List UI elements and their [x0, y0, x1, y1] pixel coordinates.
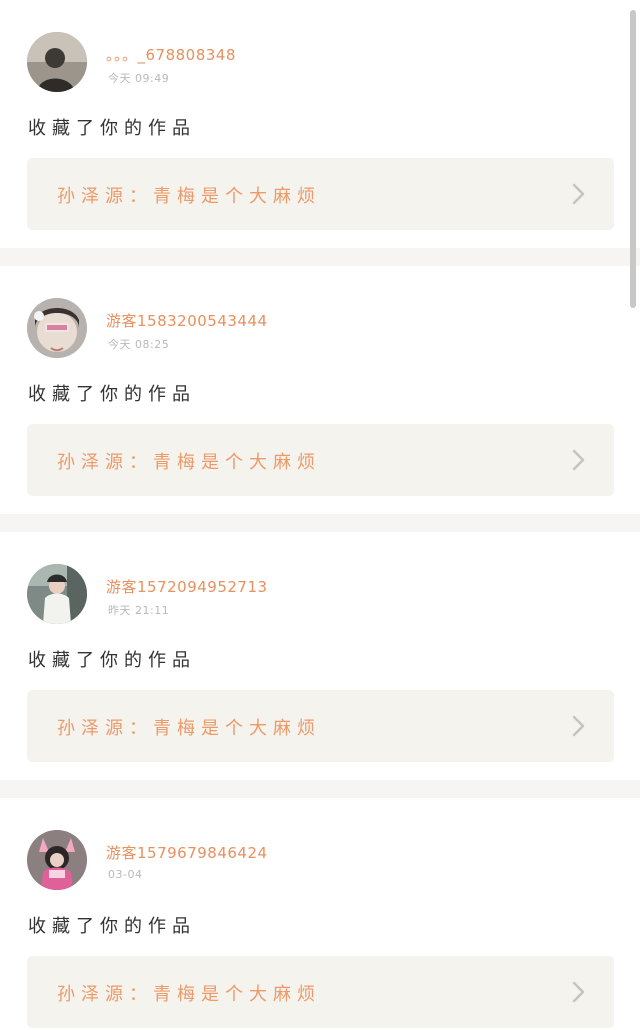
notification-page: 。。。_678808348 今天 09:49 收藏了你的作品 孙泽源：青梅是个大… — [0, 0, 640, 1030]
action-text: 收藏了你的作品 — [28, 384, 196, 405]
work-link[interactable]: 孙泽源：青梅是个大麻烦 — [27, 690, 614, 762]
notification-item: 游客1579679846424 03-04 收藏了你的作品 孙泽源：青梅是个大麻… — [0, 798, 640, 1030]
notification-item: 游客1583200543444 今天 08:25 收藏了你的作品 孙泽源：青梅是… — [0, 266, 640, 514]
action-text: 收藏了你的作品 — [28, 650, 196, 671]
work-title: 孙泽源：青梅是个大麻烦 — [57, 984, 321, 1005]
user-avatar-girl-pink-ears-icon — [27, 830, 87, 890]
user-avatar-girl-cap-icon — [27, 564, 87, 624]
user-avatar[interactable] — [27, 298, 87, 358]
divider — [0, 780, 640, 798]
notification-feed: 。。。_678808348 今天 09:49 收藏了你的作品 孙泽源：青梅是个大… — [0, 0, 640, 1030]
work-link[interactable]: 孙泽源：青梅是个大麻烦 — [27, 424, 614, 496]
user-avatar[interactable] — [27, 830, 87, 890]
notification-item: 。。。_678808348 今天 09:49 收藏了你的作品 孙泽源：青梅是个大… — [0, 0, 640, 248]
scrollbar[interactable] — [630, 10, 636, 308]
timestamp: 03-04 — [108, 868, 143, 881]
chevron-right-icon — [572, 715, 585, 737]
user-avatar[interactable] — [27, 564, 87, 624]
timestamp: 今天 08:25 — [108, 338, 170, 351]
username[interactable]: 游客1579679846424 — [106, 842, 268, 863]
username[interactable]: 游客1572094952713 — [106, 576, 268, 597]
chevron-right-icon — [572, 183, 585, 205]
work-link[interactable]: 孙泽源：青梅是个大麻烦 — [27, 158, 614, 230]
chevron-right-icon — [572, 449, 585, 471]
user-avatar[interactable] — [27, 32, 87, 92]
username[interactable]: 。。。_678808348 — [106, 44, 236, 65]
timestamp: 今天 09:49 — [108, 72, 170, 85]
action-text: 收藏了你的作品 — [28, 916, 196, 937]
user-avatar-dark-silhouette-icon — [27, 32, 87, 92]
divider — [0, 248, 640, 266]
work-link[interactable]: 孙泽源：青梅是个大麻烦 — [27, 956, 614, 1028]
action-text: 收藏了你的作品 — [28, 118, 196, 139]
work-title: 孙泽源：青梅是个大麻烦 — [57, 718, 321, 739]
timestamp: 昨天 21:11 — [108, 604, 170, 617]
work-title: 孙泽源：青梅是个大麻烦 — [57, 452, 321, 473]
divider — [0, 514, 640, 532]
notification-item: 游客1572094952713 昨天 21:11 收藏了你的作品 孙泽源：青梅是… — [0, 532, 640, 780]
user-avatar-girl-headband-icon — [27, 298, 87, 358]
username[interactable]: 游客1583200543444 — [106, 310, 268, 331]
work-title: 孙泽源：青梅是个大麻烦 — [57, 186, 321, 207]
chevron-right-icon — [572, 981, 585, 1003]
